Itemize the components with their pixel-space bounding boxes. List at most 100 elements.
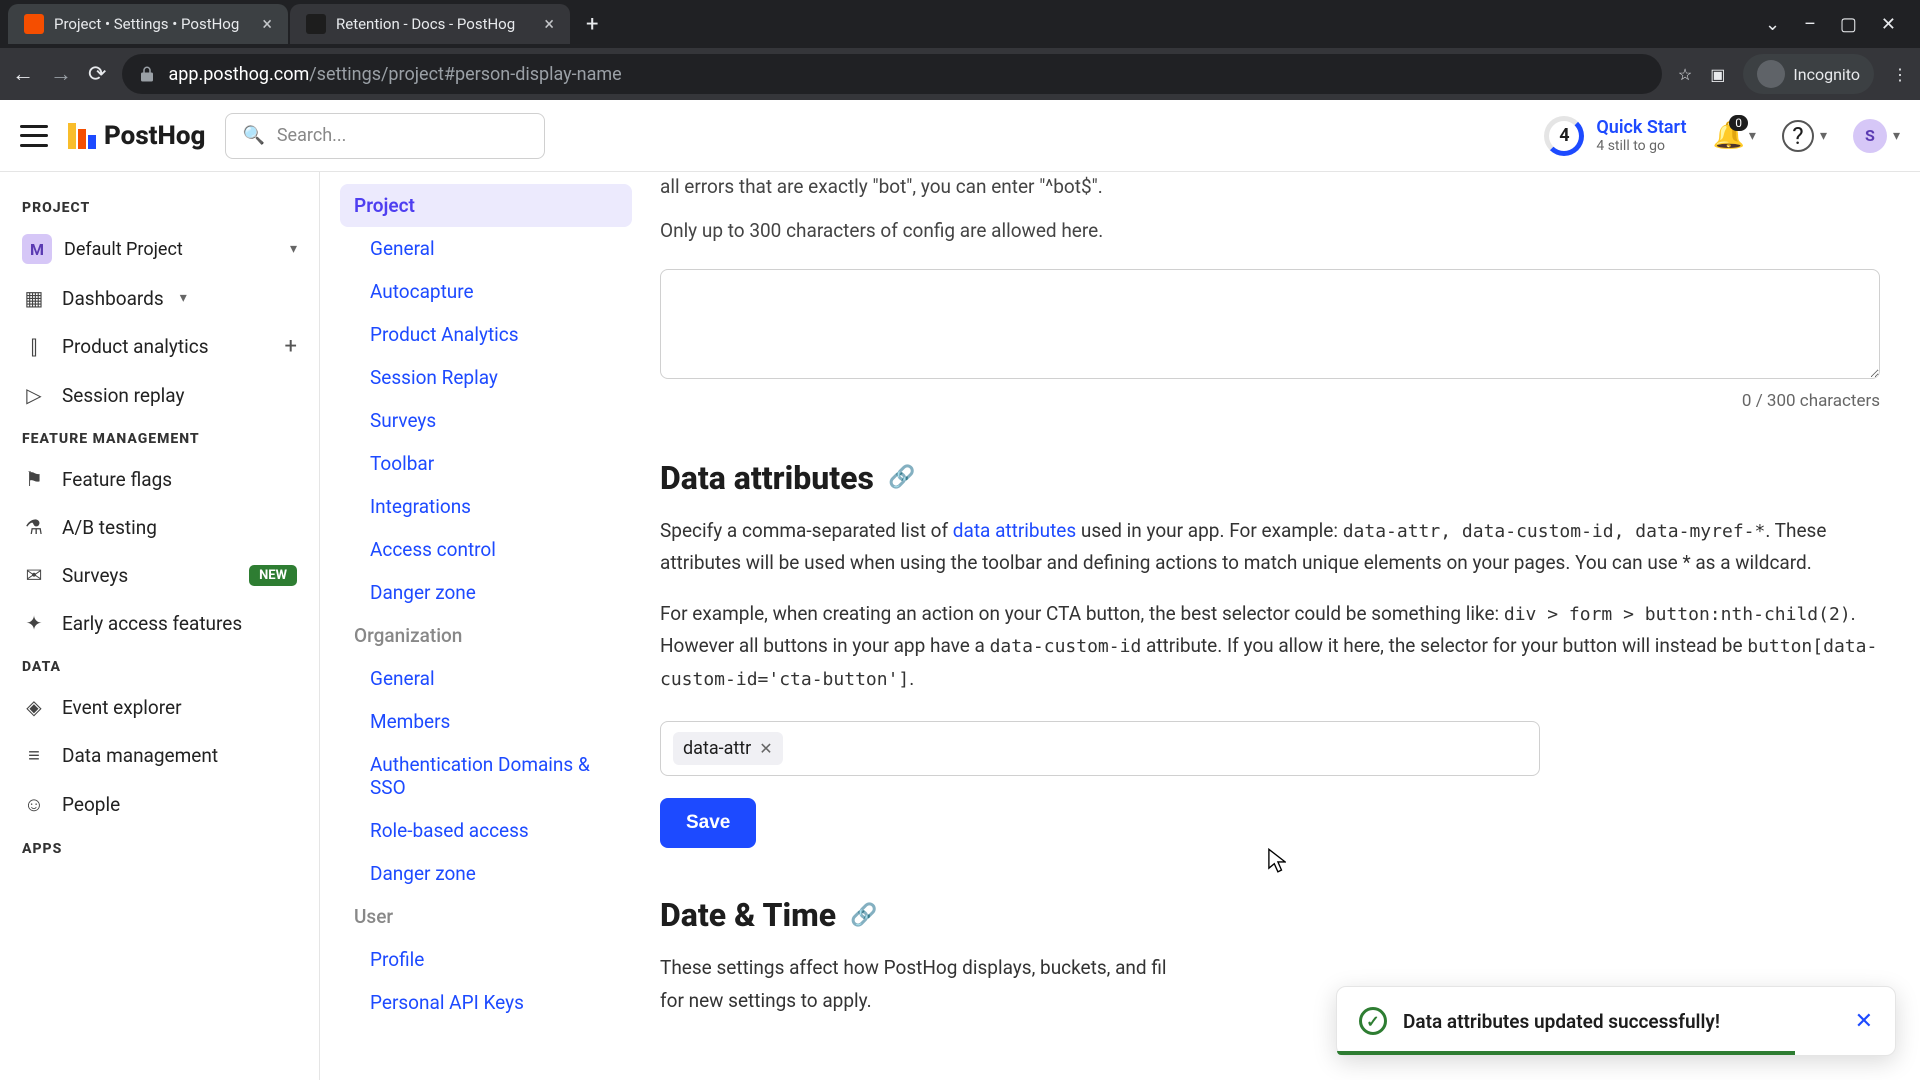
settings-nav-toolbar[interactable]: Toolbar: [340, 442, 632, 485]
sidebar-item-label: A/B testing: [62, 516, 157, 539]
tab-title: Retention - Docs - PostHog: [336, 15, 534, 33]
notifications-button[interactable]: 🔔 0 ▾: [1713, 121, 1756, 151]
data-attributes-docs-link[interactable]: data attributes: [953, 519, 1076, 542]
sidebar-item-label: Feature flags: [62, 468, 172, 491]
url-field[interactable]: app.posthog.com/settings/project#person-…: [122, 54, 1661, 94]
settings-nav-org-danger[interactable]: Danger zone: [340, 852, 632, 895]
quick-start-title: Quick Start: [1596, 117, 1686, 138]
incognito-icon: [1757, 60, 1785, 88]
sidebar-item-dashboards[interactable]: ▦ Dashboards ▾: [0, 274, 319, 322]
settings-nav-rbac[interactable]: Role-based access: [340, 809, 632, 852]
sidebar-item-event-explorer[interactable]: ◈ Event explorer: [0, 683, 319, 731]
user-avatar[interactable]: S: [1853, 119, 1887, 153]
browser-tab-1[interactable]: Project • Settings • PostHog ×: [8, 4, 288, 44]
ignored-errors-partial-text: all errors that are exactly "bot", you c…: [660, 172, 1880, 202]
close-window-button[interactable]: ✕: [1881, 14, 1896, 35]
settings-nav-integrations[interactable]: Integrations: [340, 485, 632, 528]
sidebar-item-label: Data management: [62, 744, 218, 767]
people-icon: ☺: [22, 792, 46, 817]
anchor-link-icon[interactable]: 🔗: [888, 465, 915, 490]
chevron-down-icon: ▾: [1893, 128, 1900, 144]
data-attributes-description-1: Specify a comma-separated list of data a…: [660, 515, 1880, 580]
settings-nav-autocapture[interactable]: Autocapture: [340, 270, 632, 313]
close-icon[interactable]: ×: [262, 14, 272, 35]
data-attributes-input[interactable]: data-attr ✕: [660, 721, 1540, 776]
maximize-button[interactable]: ▢: [1840, 14, 1857, 35]
back-button[interactable]: ←: [12, 61, 34, 87]
flag-icon: ⚑: [22, 467, 46, 491]
sidebar-item-label: Early access features: [62, 612, 242, 635]
sidebar-item-label: Product analytics: [62, 335, 209, 358]
reload-button[interactable]: ⟳: [88, 62, 106, 87]
settings-nav-general[interactable]: General: [340, 227, 632, 270]
section-label-feature: FEATURE MANAGEMENT: [0, 419, 319, 455]
notifications-count: 0: [1729, 115, 1748, 131]
settings-nav-members[interactable]: Members: [340, 700, 632, 743]
settings-nav-product-analytics[interactable]: Product Analytics: [340, 313, 632, 356]
plus-icon[interactable]: +: [285, 334, 297, 359]
tag-chip-label: data-attr: [683, 738, 751, 759]
ignored-errors-textarea[interactable]: [660, 269, 1880, 379]
settings-nav-access-control[interactable]: Access control: [340, 528, 632, 571]
sparkle-icon: ✦: [22, 611, 46, 635]
incognito-indicator[interactable]: Incognito: [1743, 54, 1874, 94]
sidebar-item-session-replay[interactable]: ▷ Session replay: [0, 371, 319, 419]
primary-sidebar[interactable]: PROJECT M Default Project ▾ ▦ Dashboards…: [0, 172, 320, 1080]
sidebar-item-data-management[interactable]: ≡ Data management: [0, 731, 319, 780]
quick-start-widget[interactable]: 4 Quick Start 4 still to go: [1544, 116, 1686, 156]
settings-group-user[interactable]: User: [340, 895, 632, 938]
data-attributes-description-2: For example, when creating an action on …: [660, 598, 1880, 696]
close-toast-button[interactable]: ✕: [1855, 1009, 1873, 1034]
sidebar-item-product-analytics[interactable]: ⫿ Product analytics +: [0, 322, 319, 371]
hamburger-menu-button[interactable]: [20, 125, 48, 147]
settings-content[interactable]: all errors that are exactly "bot", you c…: [640, 172, 1920, 1080]
char-counter: 0 / 300 characters: [660, 391, 1880, 411]
settings-nav-danger-zone[interactable]: Danger zone: [340, 571, 632, 614]
sidebar-item-surveys[interactable]: ✉ Surveys NEW: [0, 551, 319, 599]
sidebar-item-label: Session replay: [62, 384, 184, 407]
sidebar-item-early-access[interactable]: ✦ Early access features: [0, 599, 319, 647]
bookmark-icon[interactable]: ☆: [1678, 65, 1692, 84]
browser-tab-2[interactable]: Retention - Docs - PostHog ×: [290, 4, 570, 44]
search-input[interactable]: 🔍 Search...: [225, 113, 545, 159]
tab-strip: Project • Settings • PostHog × Retention…: [0, 0, 1920, 48]
settings-nav-org-general[interactable]: General: [340, 657, 632, 700]
address-bar: ← → ⟳ app.posthog.com/settings/project#p…: [0, 48, 1920, 100]
settings-nav-auth-domains[interactable]: Authentication Domains & SSO: [340, 743, 632, 809]
sidebar-item-people[interactable]: ☺ People: [0, 780, 319, 829]
settings-nav-surveys[interactable]: Surveys: [340, 399, 632, 442]
lock-icon: [138, 65, 156, 83]
save-button[interactable]: Save: [660, 798, 756, 848]
progress-ring-icon: 4: [1544, 116, 1584, 156]
help-button[interactable]: ?: [1782, 120, 1814, 152]
settings-group-project[interactable]: Project: [340, 184, 632, 227]
check-circle-icon: ✓: [1359, 1007, 1387, 1035]
app-topbar: PostHog 🔍 Search... 4 Quick Start 4 stil…: [0, 100, 1920, 172]
sidebar-item-ab-testing[interactable]: ⚗ A/B testing: [0, 503, 319, 551]
extensions-icon[interactable]: ▣: [1710, 65, 1725, 84]
minimize-button[interactable]: –: [1804, 14, 1816, 35]
window-controls: ⌄ – ▢ ✕: [1765, 14, 1912, 35]
address-bar-actions: ☆ ▣ Incognito ⋮: [1678, 54, 1908, 94]
project-name: Default Project: [64, 239, 278, 260]
sidebar-item-feature-flags[interactable]: ⚑ Feature flags: [0, 455, 319, 503]
chevron-down-icon: ▾: [1749, 128, 1756, 144]
sidebar-item-label: People: [62, 793, 120, 816]
project-selector[interactable]: M Default Project ▾: [0, 224, 319, 274]
remove-tag-icon[interactable]: ✕: [759, 739, 772, 758]
chevron-down-icon[interactable]: ⌄: [1765, 14, 1780, 35]
kebab-menu-icon[interactable]: ⋮: [1892, 65, 1908, 84]
settings-nav[interactable]: Project General Autocapture Product Anal…: [320, 172, 640, 1080]
settings-nav-profile[interactable]: Profile: [340, 938, 632, 981]
forward-button[interactable]: →: [50, 61, 72, 87]
settings-group-organization[interactable]: Organization: [340, 614, 632, 657]
close-icon[interactable]: ×: [544, 14, 554, 35]
settings-nav-session-replay[interactable]: Session Replay: [340, 356, 632, 399]
settings-nav-api-keys[interactable]: Personal API Keys: [340, 981, 632, 1024]
date-time-heading: Date & Time 🔗: [660, 896, 1880, 934]
anchor-link-icon[interactable]: 🔗: [850, 903, 877, 928]
new-tab-button[interactable]: +: [572, 12, 612, 37]
dashboards-icon: ▦: [22, 286, 46, 310]
posthog-logo[interactable]: PostHog: [68, 121, 205, 151]
logo-mark-icon: [68, 123, 96, 149]
